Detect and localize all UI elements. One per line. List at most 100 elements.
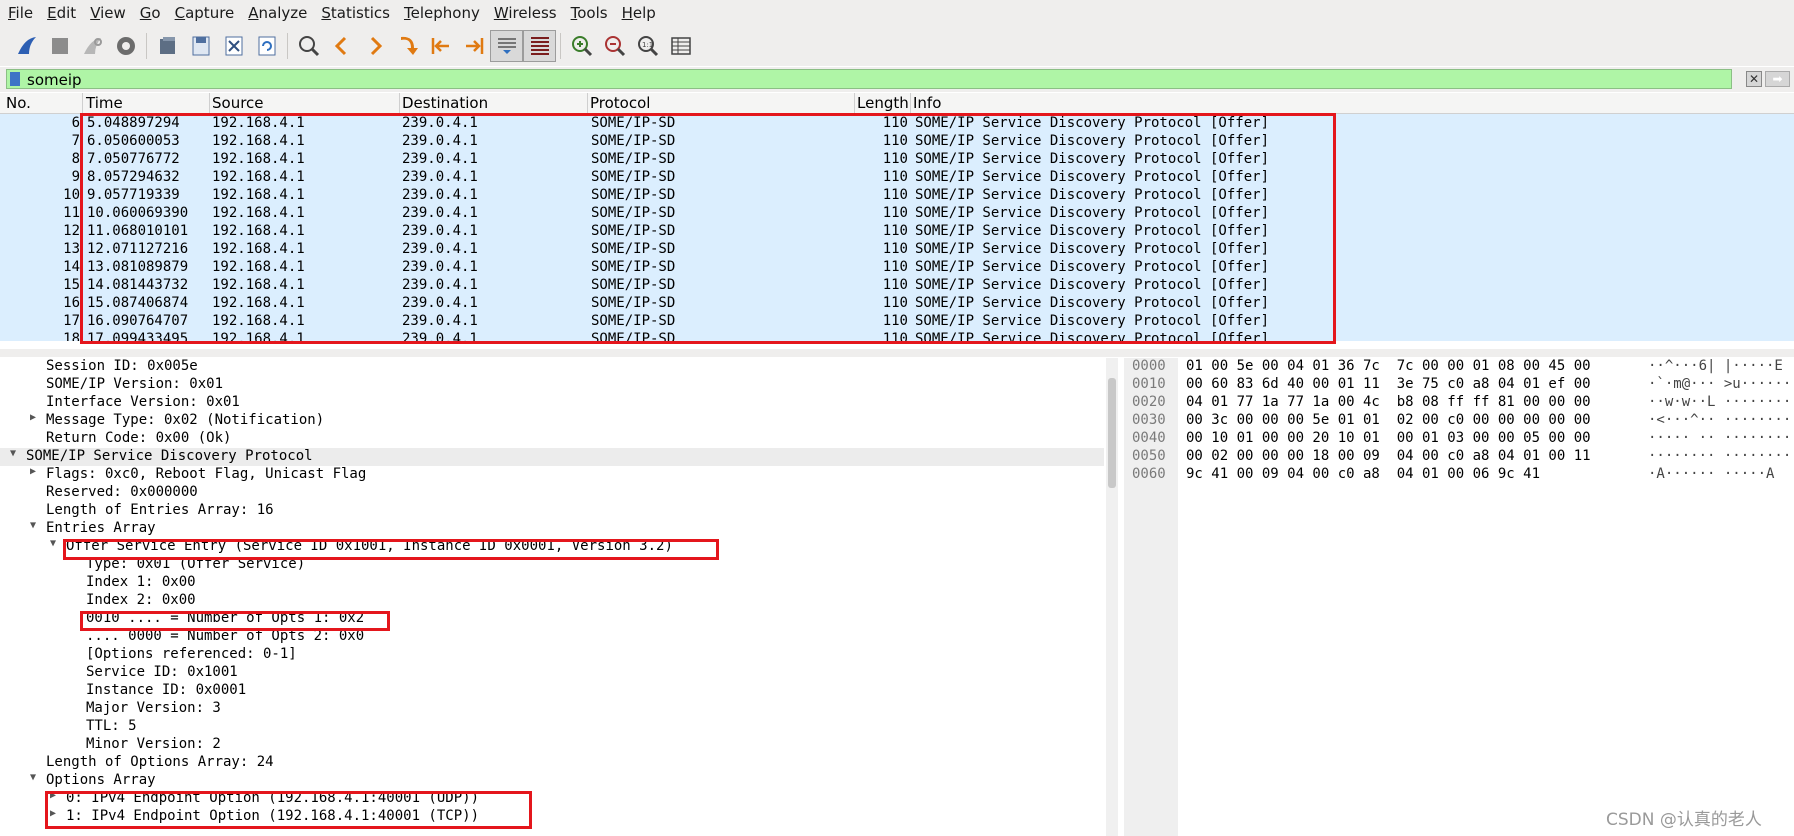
column-header-protocol[interactable]: Protocol: [590, 94, 650, 112]
go-first-icon[interactable]: [424, 30, 457, 62]
zoom-normal-icon[interactable]: 1:1: [631, 30, 664, 62]
packet-no-cell: 13: [63, 241, 80, 257]
stop-icon[interactable]: [43, 30, 76, 62]
annotation-box-options: [45, 791, 532, 829]
bytes-ascii: ·<···^·· ········: [1648, 412, 1792, 428]
detail-tree-label: Options Array: [46, 772, 156, 788]
bytes-offset: 0030: [1132, 412, 1166, 428]
capture-options-icon[interactable]: [109, 30, 142, 62]
colorize-icon[interactable]: [523, 30, 556, 62]
bytes-hex: 01 00 5e 00 04 01 36 7c 7c 00 00 01 08 0…: [1186, 358, 1591, 374]
detail-tree-item[interactable]: ▼ SOME/IP Service Discovery Protocol: [0, 448, 1104, 466]
zoom-out-icon[interactable]: [598, 30, 631, 62]
collapsed-arrow-icon[interactable]: ▶: [30, 412, 36, 423]
packet-no-cell: 17: [63, 313, 80, 329]
menu-edit[interactable]: Edit: [47, 4, 76, 22]
go-back-icon[interactable]: [325, 30, 358, 62]
detail-tree-label: Return Code: 0x00 (Ok): [46, 430, 232, 446]
packet-details-pane: Session ID: 0x005e SOME/IP Version: 0x01 I…: [0, 358, 1104, 836]
detail-tree-label: Index 2: 0x00: [86, 592, 196, 608]
bytes-hex: 04 01 77 1a 77 1a 00 4c b8 08 ff ff 81 0…: [1186, 394, 1591, 410]
autoscroll-icon[interactable]: [490, 30, 523, 62]
zoom-in-icon[interactable]: [565, 30, 598, 62]
bytes-hex: 00 3c 00 00 00 5e 01 01 02 00 c0 00 00 0…: [1186, 412, 1591, 428]
resize-columns-icon[interactable]: [664, 30, 697, 62]
packet-no-cell: 12: [63, 223, 80, 239]
pane-splitter[interactable]: [0, 349, 1794, 357]
bytes-row[interactable]: 0040 00 10 01 00 00 20 10 01 00 01 03 00 …: [1124, 430, 1794, 448]
menu-tools[interactable]: Tools: [571, 4, 608, 22]
menu-telephony[interactable]: Telephony: [404, 4, 480, 22]
bytes-offset: 0040: [1132, 430, 1166, 446]
expanded-arrow-icon[interactable]: ▼: [10, 448, 16, 459]
reload-file-icon[interactable]: [250, 30, 283, 62]
watermark: CSDN @认真的老人: [1606, 810, 1762, 830]
details-scroll-thumb[interactable]: [1108, 378, 1116, 488]
open-file-icon[interactable]: [151, 30, 184, 62]
toolbar-separator: [287, 33, 288, 59]
save-file-icon[interactable]: [184, 30, 217, 62]
menu-go[interactable]: Go: [140, 4, 161, 22]
expanded-arrow-icon[interactable]: ▼: [30, 520, 36, 531]
display-filter-value[interactable]: someip: [27, 71, 82, 89]
bytes-offset: 0020: [1132, 394, 1166, 410]
detail-tree-label: TTL: 5: [86, 718, 137, 734]
bytes-row[interactable]: 0020 04 01 77 1a 77 1a 00 4c b8 08 ff ff …: [1124, 394, 1794, 412]
bytes-offset: 0000: [1132, 358, 1166, 374]
column-header-destination[interactable]: Destination: [402, 94, 488, 112]
bytes-row[interactable]: 0060 9c 41 00 09 04 00 c0 a8 04 01 00 06 …: [1124, 466, 1794, 484]
main-toolbar: 1:1: [0, 26, 1794, 66]
column-header-no[interactable]: No.: [6, 94, 31, 112]
bytes-row[interactable]: 0050 00 02 00 00 00 18 00 09 04 00 c0 a8 …: [1124, 448, 1794, 466]
bytes-offset: 0050: [1132, 448, 1166, 464]
detail-tree-label: [Options referenced: 0-1]: [86, 646, 297, 662]
packet-list-header: No. Time Source Destination Protocol Len…: [0, 93, 1794, 114]
packet-bytes-pane: 0000 01 00 5e 00 04 01 36 7c 7c 00 00 01 …: [1124, 358, 1794, 836]
detail-tree-label: Index 1: 0x00: [86, 574, 196, 590]
find-packet-icon[interactable]: [292, 30, 325, 62]
menu-statistics[interactable]: Statistics: [321, 4, 390, 22]
menu-analyze[interactable]: Analyze: [248, 4, 307, 22]
display-filter-input[interactable]: someip: [6, 69, 1732, 89]
apply-filter-icon[interactable]: ➡: [1765, 71, 1790, 87]
menu-view[interactable]: View: [90, 4, 126, 22]
close-file-icon[interactable]: [217, 30, 250, 62]
column-header-length[interactable]: Length: [857, 94, 909, 112]
restart-capture-icon[interactable]: [76, 30, 109, 62]
toolbar-separator: [146, 33, 147, 59]
go-to-packet-icon[interactable]: [391, 30, 424, 62]
packet-no-cell: 10: [63, 187, 80, 203]
packet-no-cell: 15: [63, 277, 80, 293]
detail-tree-label: Major Version: 3: [86, 700, 221, 716]
packet-no-cell: 6: [71, 115, 80, 131]
details-vertical-scrollbar[interactable]: [1106, 358, 1118, 836]
menu-file[interactable]: File: [8, 4, 33, 22]
bytes-row[interactable]: 0000 01 00 5e 00 04 01 36 7c 7c 00 00 01 …: [1124, 358, 1794, 376]
bookmark-icon[interactable]: [10, 72, 20, 86]
column-header-info[interactable]: Info: [913, 94, 941, 112]
packet-no-cell: 7: [71, 133, 80, 149]
menu-help[interactable]: Help: [622, 4, 656, 22]
bytes-row[interactable]: 0030 00 3c 00 00 00 5e 01 01 02 00 c0 00 …: [1124, 412, 1794, 430]
bytes-row[interactable]: 0010 00 60 83 6d 40 00 01 11 3e 75 c0 a8 …: [1124, 376, 1794, 394]
menu-wireless[interactable]: Wireless: [494, 4, 557, 22]
collapsed-arrow-icon[interactable]: ▶: [30, 466, 36, 477]
column-header-time[interactable]: Time: [86, 94, 123, 112]
toolbar-separator: [560, 33, 561, 59]
detail-tree-label: Interface Version: 0x01: [46, 394, 240, 410]
menu-capture[interactable]: Capture: [175, 4, 235, 22]
bytes-ascii: ··^···6| |·····E: [1648, 358, 1783, 374]
shark-fin-start-icon[interactable]: [10, 30, 43, 62]
expanded-arrow-icon[interactable]: ▼: [50, 538, 56, 549]
detail-tree-label: Flags: 0xc0, Reboot Flag, Unicast Flag: [46, 466, 367, 482]
column-header-source[interactable]: Source: [212, 94, 264, 112]
go-last-icon[interactable]: [457, 30, 490, 62]
detail-tree-label: Session ID: 0x005e: [46, 358, 198, 374]
clear-filter-icon[interactable]: ✕: [1746, 71, 1762, 87]
bytes-ascii: ··w·w··L ········: [1648, 394, 1792, 410]
bytes-ascii: ·`·m@··· >u······: [1648, 376, 1792, 392]
bytes-hex: 00 10 01 00 00 20 10 01 00 01 03 00 00 0…: [1186, 430, 1591, 446]
go-forward-icon[interactable]: [358, 30, 391, 62]
expanded-arrow-icon[interactable]: ▼: [30, 772, 36, 783]
annotation-box-packet-rows: [80, 113, 1336, 344]
